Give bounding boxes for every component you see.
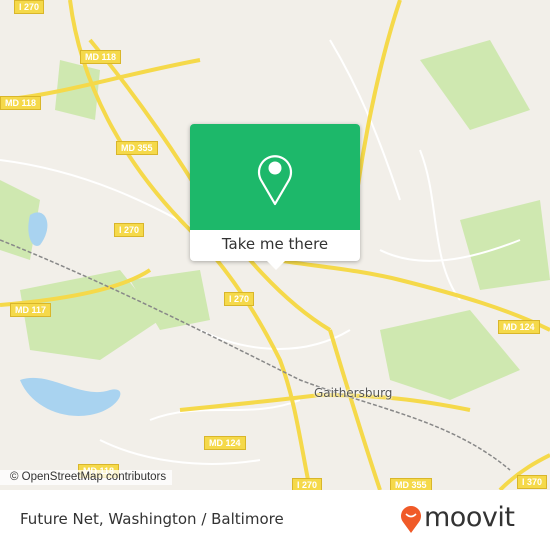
road-label-md355: MD 355 <box>116 141 158 155</box>
popup-pointer <box>267 261 285 270</box>
road-label-i270: I 270 <box>224 292 255 306</box>
road-label-i270: I 270 <box>292 478 323 490</box>
map-attribution[interactable]: © OpenStreetMap contributors <box>0 470 173 485</box>
road-label-md124: MD 124 <box>498 320 540 334</box>
moovit-pin-icon <box>401 506 421 533</box>
map[interactable]: MD 118 MD 118 MD 355 I 270 MD 117 I 270 … <box>0 0 550 490</box>
road-label-md118: MD 118 <box>0 96 42 110</box>
road-label-i270: I 270 <box>14 0 45 14</box>
take-me-there-button[interactable]: Take me there <box>190 230 360 261</box>
location-name: Future Net, Washington / Baltimore <box>20 510 284 528</box>
road-label-md355: MD 355 <box>390 478 432 490</box>
road-label-i270: I 270 <box>114 223 145 237</box>
brand-name: moovit <box>424 502 515 533</box>
place-label-gaithersburg: Gaithersburg <box>314 386 393 400</box>
popup-header <box>190 124 360 230</box>
road-label-i370: I 370 <box>517 475 548 489</box>
location-popup: Take me there <box>190 124 360 270</box>
road-label-md117: MD 117 <box>10 303 52 317</box>
map-pin-icon <box>257 155 293 206</box>
footer: Future Net, Washington / Baltimore moovi… <box>0 490 550 550</box>
road-label-md124: MD 124 <box>204 436 246 450</box>
road-label-md118: MD 118 <box>80 50 122 64</box>
